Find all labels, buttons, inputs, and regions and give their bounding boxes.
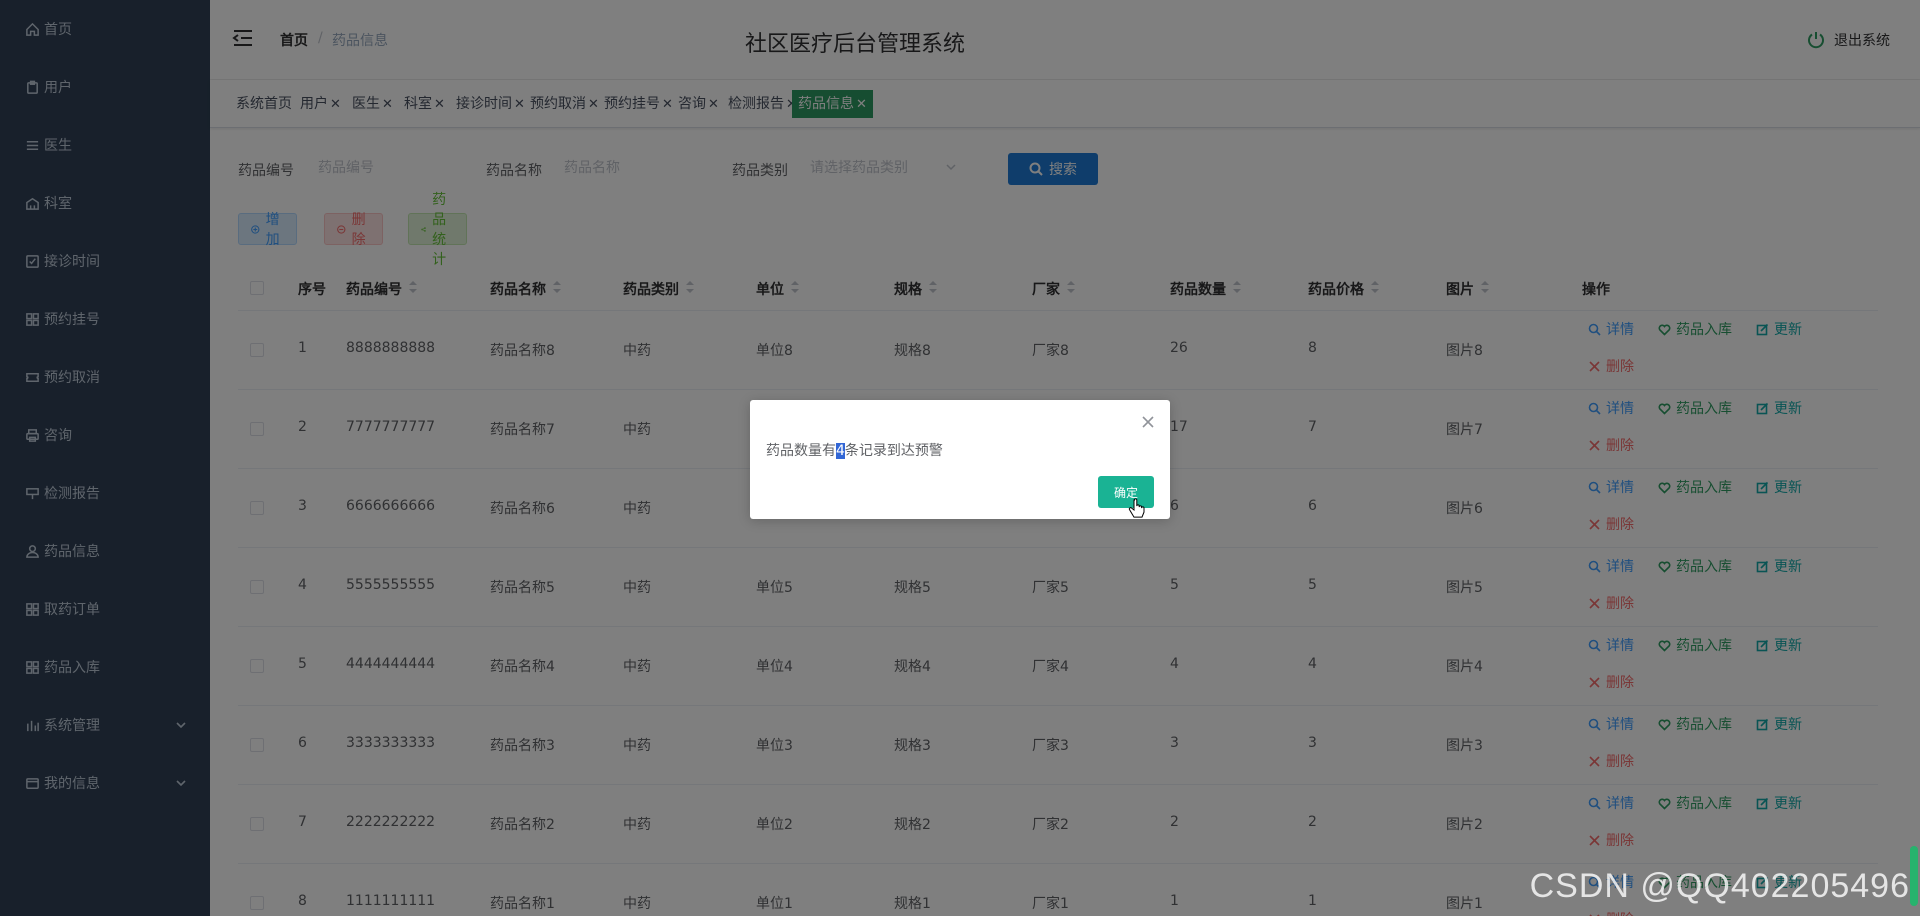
- hand-cursor-icon: [1128, 498, 1146, 520]
- close-icon[interactable]: [1142, 416, 1154, 428]
- dialog-message-suffix: 条记录到达预警: [845, 443, 943, 459]
- warning-dialog: 药品数量有4条记录到达预警 确定: [750, 400, 1170, 519]
- watermark: CSDN @QQ402205496: [1530, 867, 1910, 906]
- dialog-message-count: 4: [836, 443, 845, 459]
- dialog-message: 药品数量有4条记录到达预警: [766, 440, 943, 460]
- scrollbar[interactable]: [1910, 846, 1918, 906]
- dialog-message-prefix: 药品数量有: [766, 443, 836, 459]
